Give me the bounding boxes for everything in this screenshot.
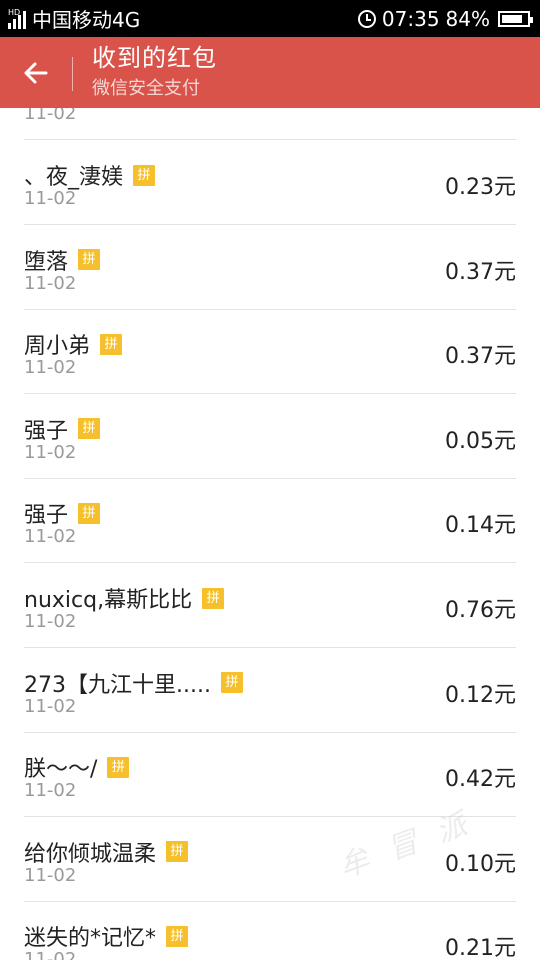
status-bar: HD 中国移动4G 07:35 84% xyxy=(0,0,540,37)
group-packet-badge: 拼 xyxy=(100,333,123,355)
received-date: 11-02 xyxy=(24,108,77,124)
group-packet-badge: 拼 xyxy=(202,587,225,609)
back-arrow-icon[interactable] xyxy=(20,57,52,89)
amount: 0.37元 xyxy=(445,259,516,285)
amount: 0.37元 xyxy=(445,344,516,370)
sender-name-text: 周小弟 xyxy=(24,334,91,360)
amount: 0.23元 xyxy=(445,175,516,200)
amount: 0.10元 xyxy=(445,851,516,877)
header-divider xyxy=(72,57,73,91)
amount: 0.76元 xyxy=(445,598,516,623)
amount: 0.12元 xyxy=(445,682,516,708)
group-packet-badge: 拼 xyxy=(78,502,101,524)
amount: 0.21元 xyxy=(445,936,516,960)
redpacket-list: 11-02 、夜_淒媄拼 11-02 0.23元 堕落拼 11-02 0.37元 周小弟拼 11… xyxy=(0,108,540,960)
sender-name-text: 堕落 xyxy=(24,249,69,275)
received-date: 11-02 xyxy=(24,272,77,294)
list-item[interactable]: 、夜_淒媄拼 11-02 0.23元 xyxy=(24,141,516,225)
list-item[interactable]: 堕落拼 11-02 0.37元 xyxy=(24,226,516,310)
amount: 0.05元 xyxy=(445,428,516,454)
received-date: 11-02 xyxy=(24,441,77,463)
sender-name-text: 迷失的*记忆* xyxy=(24,926,157,952)
received-date: 11-02 xyxy=(24,864,77,886)
sender-name-text: 强子 xyxy=(24,503,69,529)
list-item[interactable]: 朕～～/ 拼 11-02 0.42元 xyxy=(24,733,516,818)
group-packet-badge: 拼 xyxy=(166,925,189,947)
carrier-label: 中国移动4G xyxy=(32,8,141,32)
received-date: 11-02 xyxy=(24,949,77,960)
battery-percent: 84% xyxy=(445,6,490,31)
received-date: 11-02 xyxy=(24,695,77,717)
app-header: 收到的红包 微信安全支付 xyxy=(0,37,540,108)
sender-name-text: 273【九江十里..... xyxy=(24,672,211,698)
sender-name: 迷失的*记忆* 拼 xyxy=(24,920,189,952)
group-packet-badge: 拼 xyxy=(220,672,243,694)
sender-name: 周小弟拼 xyxy=(24,328,123,360)
amount: 0.14元 xyxy=(445,513,516,539)
list-item[interactable]: nuxicq,幕斯比比拼 11-02 0.76元 xyxy=(24,564,516,648)
list-item[interactable]: 周小弟拼 11-02 0.37元 xyxy=(24,310,516,395)
received-date: 11-02 xyxy=(24,780,77,802)
page-title: 收到的红包 xyxy=(92,44,217,72)
sender-name: 堕落拼 xyxy=(24,244,101,276)
battery-icon xyxy=(498,10,533,27)
sender-name-text: 强子 xyxy=(24,418,69,444)
sender-name: 强子拼 xyxy=(24,413,101,445)
clock: 07:35 xyxy=(381,6,440,31)
sender-name-text: 、夜_淒媄 xyxy=(24,165,124,190)
received-date: 11-02 xyxy=(24,611,77,632)
group-packet-badge: 拼 xyxy=(78,418,101,440)
signal-icon: HD xyxy=(8,8,26,29)
sender-name-text: nuxicq,幕斯比比 xyxy=(24,588,193,613)
sender-name-text: 朕～～/ xyxy=(24,757,98,783)
group-packet-badge: 拼 xyxy=(166,841,189,863)
received-date: 11-02 xyxy=(24,526,77,548)
alarm-icon xyxy=(357,9,376,28)
sender-name-text: 给你倾城温柔 xyxy=(24,841,157,867)
page-subtitle: 微信安全支付 xyxy=(92,78,200,99)
sender-name: 273【九江十里..... 拼 xyxy=(24,667,243,699)
group-packet-badge: 拼 xyxy=(78,249,101,271)
list-item[interactable]: 273【九江十里..... 拼 11-02 0.12元 xyxy=(24,649,516,733)
group-packet-badge: 拼 xyxy=(107,756,130,778)
received-date: 11-02 xyxy=(24,357,77,379)
sender-name: 朕～～/ 拼 xyxy=(24,751,130,783)
received-date: 11-02 xyxy=(24,188,77,209)
sender-name: 、夜_淒媄拼 xyxy=(24,159,156,191)
sender-name: 给你倾城温柔拼 xyxy=(24,836,189,868)
list-item[interactable]: 强子拼 11-02 0.05元 xyxy=(24,395,516,479)
list-item[interactable]: 迷失的*记忆* 拼 11-02 0.21元 xyxy=(24,902,516,960)
list-item[interactable]: 给你倾城温柔拼 11-02 0.10元 xyxy=(24,818,516,902)
sender-name: 强子拼 xyxy=(24,497,101,529)
list-item[interactable]: 强子拼 11-02 0.14元 xyxy=(24,479,516,564)
sender-name: nuxicq,幕斯比比拼 xyxy=(24,582,225,614)
group-packet-badge: 拼 xyxy=(133,164,156,186)
amount: 0.42元 xyxy=(445,767,516,793)
list-item[interactable]: 11-02 xyxy=(24,108,516,140)
